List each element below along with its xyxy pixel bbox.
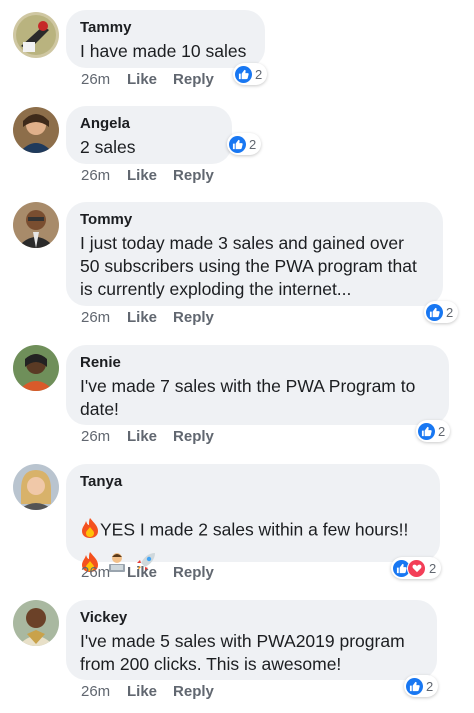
- avatar[interactable]: [13, 202, 59, 248]
- timestamp[interactable]: 26m: [81, 428, 127, 446]
- commenter-name[interactable]: Angela: [80, 115, 218, 133]
- comment-meta: 26m Like Reply: [81, 683, 230, 701]
- comment-bubble: Tanya YES I made 2 sales within a few ho…: [66, 464, 440, 572]
- comment-text: I've made 7 sales with the PWA Program t…: [80, 376, 416, 419]
- comment-meta: 26m Like Reply: [81, 564, 230, 582]
- timestamp[interactable]: 26m: [81, 683, 127, 701]
- reaction-count-text: 2: [426, 678, 434, 694]
- comment-meta: 26m Like Reply: [81, 167, 230, 185]
- avatar[interactable]: [13, 600, 59, 646]
- like-button[interactable]: Like: [127, 564, 157, 582]
- like-reaction-icon: [426, 303, 443, 321]
- reply-button[interactable]: Reply: [173, 564, 214, 582]
- commenter-name[interactable]: Tommy: [80, 211, 429, 229]
- reaction-count[interactable]: 2: [424, 301, 459, 323]
- like-button[interactable]: Like: [127, 428, 157, 446]
- reply-button[interactable]: Reply: [173, 428, 214, 446]
- comment-text: I have made 10 sales: [80, 41, 247, 61]
- reaction-count[interactable]: 2: [227, 133, 262, 155]
- reply-button[interactable]: Reply: [173, 167, 214, 185]
- reaction-count-text: 2: [429, 560, 437, 576]
- like-button[interactable]: Like: [127, 167, 157, 185]
- reaction-count[interactable]: 2: [416, 420, 451, 442]
- reaction-count-text: 2: [446, 304, 454, 320]
- avatar[interactable]: [13, 12, 59, 58]
- reaction-count-text: 2: [255, 66, 263, 82]
- comment-meta: 26m Like Reply: [81, 309, 230, 327]
- avatar[interactable]: [13, 107, 59, 153]
- comment-bubble: Vickey I've made 5 sales with PWA2019 pr…: [66, 600, 437, 680]
- timestamp[interactable]: 26m: [81, 71, 127, 89]
- like-button[interactable]: Like: [127, 309, 157, 327]
- commenter-name[interactable]: Tanya: [80, 473, 426, 491]
- comment-bubble: Renie I've made 7 sales with the PWA Pro…: [66, 345, 449, 425]
- like-button[interactable]: Like: [127, 683, 157, 701]
- comment-bubble: Tommy I just today made 3 sales and gain…: [66, 202, 443, 306]
- like-button[interactable]: Like: [127, 71, 157, 89]
- comment-text: YES I made 2 sales within a few hours!!: [100, 519, 409, 540]
- fire-emoji: [80, 517, 100, 545]
- timestamp[interactable]: 26m: [81, 564, 127, 582]
- like-reaction-icon: [406, 677, 423, 695]
- comment-text-line: YES I made 2 sales within a few hours!!: [80, 494, 426, 545]
- comment-bubble: Angela 2 sales: [66, 106, 232, 164]
- comment-text: 2 sales: [80, 137, 136, 157]
- comment-meta: 26m Like Reply: [81, 428, 230, 446]
- comment-text: I've made 5 sales with PWA2019 program f…: [80, 631, 405, 674]
- commenter-name[interactable]: Vickey: [80, 609, 423, 627]
- reply-button[interactable]: Reply: [173, 683, 214, 701]
- timestamp[interactable]: 26m: [81, 309, 127, 327]
- reaction-count-text: 2: [438, 423, 446, 439]
- commenter-name[interactable]: Tammy: [80, 19, 251, 37]
- like-reaction-icon: [229, 135, 246, 153]
- like-reaction-icon: [235, 65, 252, 83]
- reaction-count[interactable]: 2: [404, 675, 439, 697]
- reaction-count-text: 2: [249, 136, 257, 152]
- timestamp[interactable]: 26m: [81, 167, 127, 185]
- reaction-count[interactable]: 2: [391, 557, 442, 579]
- commenter-name[interactable]: Renie: [80, 354, 435, 372]
- reply-button[interactable]: Reply: [173, 309, 214, 327]
- comment-bubble: Tammy I have made 10 sales: [66, 10, 265, 68]
- love-reaction-icon: [407, 558, 426, 578]
- comment-text: I just today made 3 sales and gained ove…: [80, 233, 417, 299]
- avatar[interactable]: [13, 464, 59, 510]
- reply-button[interactable]: Reply: [173, 71, 214, 89]
- reaction-count[interactable]: 2: [233, 63, 268, 85]
- avatar[interactable]: [13, 345, 59, 391]
- comment-meta: 26m Like Reply: [81, 71, 230, 89]
- like-reaction-icon: [418, 422, 435, 440]
